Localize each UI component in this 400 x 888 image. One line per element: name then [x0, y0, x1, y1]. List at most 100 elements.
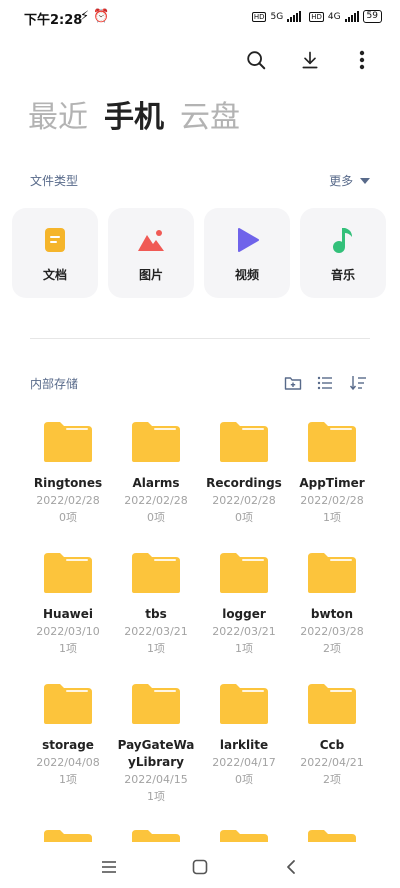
folder-item-count: 1项 — [147, 642, 165, 655]
folder-date: 2022/02/28 — [300, 494, 364, 507]
folder-date: 2022/03/21 — [212, 625, 276, 638]
folder-date: 2022/04/08 — [36, 756, 100, 769]
hd-icon-2: HD — [309, 11, 324, 22]
list-view-button[interactable] — [316, 374, 334, 392]
folder-icon — [308, 684, 356, 724]
new-folder-icon — [284, 377, 302, 390]
status-left-icons: ⚡ ⏰ — [80, 9, 109, 24]
back-chevron-icon — [287, 860, 295, 874]
folder-date: 2022/03/21 — [124, 625, 188, 638]
more-file-types-button[interactable]: 更多 — [329, 172, 370, 189]
network-4g: 4G — [327, 11, 341, 22]
folder-date: 2022/03/10 — [36, 625, 100, 638]
folder-icon — [220, 830, 268, 842]
folder-name: Ringtones — [33, 476, 103, 490]
folder-item-count: 0项 — [235, 773, 253, 786]
folder-icon — [132, 553, 180, 593]
network-5g: 5G — [270, 11, 284, 22]
folder-item-count: 0项 — [235, 511, 253, 524]
menu-nav-button[interactable] — [96, 856, 122, 878]
folder-icon — [308, 830, 356, 842]
signal-icon — [287, 11, 302, 22]
folder-icon — [308, 422, 356, 462]
file-type-documents[interactable]: 文档 — [12, 208, 98, 298]
folder-date: 2022/04/17 — [212, 756, 276, 769]
tab-phone[interactable]: 手机 — [104, 92, 164, 136]
folder-icon — [44, 684, 92, 724]
search-icon — [247, 51, 266, 70]
hd-icon: HD — [251, 11, 267, 22]
file-type-label: 文档 — [42, 268, 67, 282]
storage-tabs: 最近 手机 云盘 — [28, 92, 240, 136]
back-nav-button[interactable] — [278, 856, 304, 878]
more-options-button[interactable] — [348, 46, 376, 74]
battery-indicator: 59 — [362, 10, 382, 23]
search-button[interactable] — [242, 46, 270, 74]
file-type-label: 音乐 — [330, 268, 355, 282]
folder-icon — [308, 553, 356, 593]
file-type-images[interactable]: 图片 — [108, 208, 194, 298]
folder-item-count: 1项 — [59, 773, 77, 786]
tab-recent[interactable]: 最近 — [28, 92, 88, 136]
folder-name: Ccb — [319, 738, 345, 752]
download-button[interactable] — [296, 46, 324, 74]
folder-icon — [132, 422, 180, 462]
folder-item-count: 1项 — [59, 642, 77, 655]
folder-date: 2022/02/28 — [36, 494, 100, 507]
folder-name: tbs — [145, 607, 167, 621]
folder-name: bwton — [310, 607, 354, 621]
folder-name: Alarms — [132, 476, 180, 490]
more-vertical-icon — [359, 50, 365, 70]
folder-date: 2022/03/28 — [300, 625, 364, 638]
menu-icon — [102, 861, 116, 873]
system-nav-bar — [0, 848, 400, 888]
internal-storage-title: 内部存储 — [30, 377, 79, 391]
file-type-label: 图片 — [138, 268, 163, 282]
folder-item-count: 0项 — [59, 511, 77, 524]
image-icon — [138, 230, 164, 251]
folder-date: 2022/04/15 — [124, 773, 188, 786]
folder-icon — [44, 553, 92, 593]
alarm-icon: ⏰ — [93, 9, 110, 24]
file-types-title: 文件类型 — [30, 174, 79, 188]
home-nav-button[interactable] — [187, 856, 213, 878]
folder-name: PayGateWayLibrary — [117, 738, 195, 769]
document-icon — [45, 228, 65, 252]
folder-icon — [44, 422, 92, 462]
folder-name: larklite — [219, 738, 269, 752]
folder-name: Recordings — [206, 476, 282, 490]
new-folder-button[interactable] — [284, 374, 302, 392]
folder-item-count: 2项 — [323, 642, 341, 655]
data-saver-icon: ⚡ — [80, 9, 90, 24]
folder-icon — [132, 830, 180, 842]
sort-button[interactable] — [349, 374, 367, 392]
file-type-music[interactable]: 音乐 — [300, 208, 386, 298]
tab-cloud[interactable]: 云盘 — [180, 92, 240, 136]
video-icon — [238, 228, 259, 252]
folder-name: logger — [222, 607, 266, 621]
home-square-icon — [192, 859, 208, 875]
folder-icon — [220, 684, 268, 724]
folder-item-count: 1项 — [147, 790, 165, 803]
list-view-icon — [317, 376, 332, 390]
folder-name: AppTimer — [299, 476, 365, 490]
folder-icon — [44, 830, 92, 842]
folder-name: storage — [42, 738, 94, 752]
sort-icon — [349, 376, 366, 391]
section-divider — [30, 338, 370, 339]
status-bar: 下午2:28 ⚡ ⏰ HD 5G HD 4G 59 — [0, 0, 400, 36]
file-type-videos[interactable]: 视频 — [204, 208, 290, 298]
folder-item-count: 2项 — [323, 773, 341, 786]
folder-date: 2022/02/28 — [212, 494, 276, 507]
folder-item-count: 1项 — [235, 642, 253, 655]
music-icon — [333, 228, 352, 253]
status-time: 下午2:28 — [24, 13, 83, 28]
folder-icon — [132, 684, 180, 724]
folder-name: Huawei — [42, 607, 94, 621]
more-label: 更多 — [329, 174, 354, 188]
folder-item-count: 1项 — [323, 511, 341, 524]
signal-icon-2 — [344, 11, 359, 22]
status-right: HD 5G HD 4G 59 — [251, 10, 382, 23]
chevron-down-icon — [360, 178, 370, 184]
file-type-label: 视频 — [234, 268, 259, 282]
